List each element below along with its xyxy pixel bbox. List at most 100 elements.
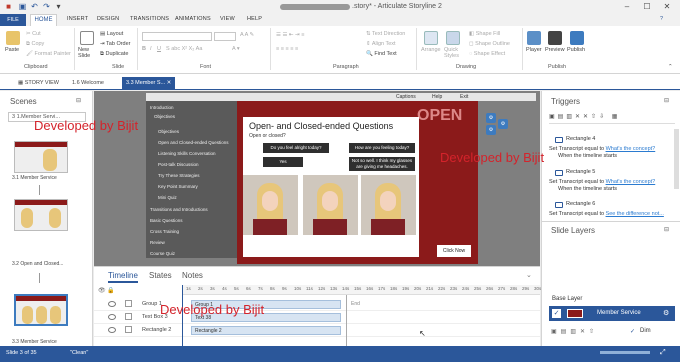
nav-item[interactable]: Mini Quiz	[158, 195, 177, 200]
tab-help[interactable]: HELP	[247, 16, 262, 22]
redo-icon[interactable]: ↷	[42, 2, 51, 11]
font-size-select[interactable]	[214, 32, 236, 41]
tab-insert[interactable]: INSERT	[67, 16, 88, 22]
quick-styles-icon[interactable]	[446, 31, 460, 45]
trigger-link[interactable]: What's the concept?	[606, 146, 656, 152]
trigger-name[interactable]: Rectangle 5	[566, 169, 595, 175]
tab-notes[interactable]: Notes	[182, 271, 203, 280]
check-icon[interactable]: ✓	[552, 309, 561, 318]
help-icon[interactable]: ?	[660, 16, 663, 22]
underline-button[interactable]: U	[157, 46, 161, 52]
triggers-scrollbar[interactable]	[674, 129, 679, 189]
nav-item[interactable]: Cross Training	[150, 229, 179, 234]
lock-checkbox[interactable]	[125, 300, 132, 307]
click-now-button[interactable]: Click Now	[437, 245, 471, 257]
collapse-ribbon-icon[interactable]: ⌃	[668, 64, 673, 70]
copy-button[interactable]: ⧉ Copy	[26, 41, 44, 48]
trigger-marker-icon[interactable]: ⚙	[486, 125, 496, 135]
nav-item[interactable]: Try These Strategies	[158, 173, 200, 178]
trigger-marker-icon[interactable]: ⚙	[486, 113, 496, 123]
preview-button[interactable]: Preview	[545, 47, 565, 53]
nav-item[interactable]: Review	[150, 240, 165, 245]
tab-design[interactable]: DESIGN	[97, 16, 119, 22]
pin-icon[interactable]: ⊟	[76, 97, 81, 104]
shape-fill-button[interactable]: ◧ Shape Fill	[469, 31, 500, 37]
doc-tab-welcome[interactable]: 1.6 Welcome	[68, 77, 108, 90]
tab-transitions[interactable]: TRANSITIONS	[130, 16, 169, 22]
trigger-link[interactable]: See the difference not...	[606, 211, 664, 217]
timeline-collapse-icon[interactable]: ⌄	[526, 271, 532, 279]
nav-item[interactable]: Course Quiz	[150, 251, 175, 256]
duplicate-button[interactable]: ⧉ Duplicate	[100, 51, 128, 58]
trigger-action[interactable]: Set Transcript equal to See the differen…	[549, 211, 664, 217]
font-grow-shrink-icons[interactable]: A A ✎	[240, 32, 254, 38]
maximize-icon[interactable]: ☐	[638, 1, 656, 12]
scene-thumb-3[interactable]	[14, 294, 68, 326]
timeline-bar[interactable]: Rectangle 2	[191, 326, 341, 335]
timeline-row[interactable]: Rectangle 2 Rectangle 2	[94, 324, 540, 337]
eye-icon[interactable]	[108, 327, 116, 333]
save-icon[interactable]: ▣	[18, 2, 27, 11]
tab-order-button[interactable]: ⇥ Tab Order	[100, 41, 131, 47]
bullets-button[interactable]: ☰ ☰ ⇤ ⇥ ≡	[276, 32, 304, 38]
lock-checkbox[interactable]	[125, 326, 132, 333]
format-painter-button[interactable]: 🖌 Format Painter	[26, 51, 71, 57]
trigger-action[interactable]: Set Transcript equal to What's the conce…	[549, 146, 655, 152]
fit-icon[interactable]: ⤢	[660, 349, 666, 357]
tab-states[interactable]: States	[149, 271, 172, 280]
pin-icon[interactable]: ⊟	[664, 97, 669, 104]
base-layer-row[interactable]: ✓ Member Service ⚙	[549, 306, 675, 321]
quick-styles-button[interactable]: Quick Styles	[444, 47, 466, 59]
nav-item[interactable]: Objectives	[158, 129, 179, 134]
layers-toolbar[interactable]: ▣▤▥✕⇧	[551, 328, 598, 335]
undo-icon[interactable]: ↶	[30, 2, 39, 11]
scene-thumb-2[interactable]	[14, 199, 68, 231]
triggers-toolbar[interactable]: ▣▤▥✕✕⇧⇩ ▦	[549, 113, 675, 124]
align-text-button[interactable]: ⇕ Align Text	[366, 41, 396, 47]
lock-checkbox[interactable]	[125, 313, 132, 320]
italic-button[interactable]: I	[150, 46, 152, 52]
nav-item[interactable]: Post-talk Discussion	[158, 162, 199, 167]
minimize-icon[interactable]: –	[618, 1, 636, 12]
nav-item[interactable]: Objectives	[154, 114, 175, 119]
font-family-select[interactable]	[142, 32, 212, 41]
align-buttons[interactable]: ≡ ≡ ≡ ≡ ≡	[276, 46, 298, 52]
exit-button[interactable]: Exit	[460, 94, 468, 100]
shape-effect-button[interactable]: ◌ Shape Effect	[469, 51, 505, 57]
arrange-icon[interactable]	[424, 31, 438, 45]
player-icon[interactable]	[527, 31, 541, 45]
paste-icon[interactable]	[6, 31, 20, 45]
trigger-name[interactable]: Rectangle 6	[566, 201, 595, 207]
strikethrough-button[interactable]: S abc X² X₂ Aa	[166, 46, 202, 52]
text-direction-button[interactable]: ⇅ Text Direction	[366, 31, 405, 37]
nav-item[interactable]: Transitions and Introductions	[150, 207, 208, 212]
paste-button[interactable]: Paste	[5, 47, 19, 53]
nav-item[interactable]: Basic Questions	[150, 218, 183, 223]
close-icon[interactable]: ✕	[658, 1, 676, 12]
nav-item[interactable]: Open and Closed-ended Questions	[158, 140, 229, 145]
pin-icon[interactable]: ⊟	[664, 226, 669, 233]
eye-icon[interactable]	[108, 301, 116, 307]
tab-file[interactable]: FILE	[0, 14, 26, 26]
zoom-slider[interactable]	[600, 351, 650, 354]
doc-tab-story-view[interactable]: ▦ STORY VIEW	[14, 77, 63, 90]
tab-timeline[interactable]: Timeline	[108, 271, 138, 283]
bold-button[interactable]: B	[142, 46, 146, 52]
scene-thumb-1[interactable]	[14, 141, 68, 173]
customize-toolbar-icon[interactable]: ▾	[54, 2, 63, 11]
preview-icon[interactable]	[548, 31, 562, 45]
tab-home[interactable]: HOME	[30, 14, 57, 26]
new-slide-button[interactable]: New Slide	[78, 47, 98, 59]
layout-button[interactable]: ▤ Layout	[100, 31, 123, 37]
publish-button[interactable]: Publish	[567, 47, 585, 53]
font-color-button[interactable]: A ▾	[232, 46, 240, 52]
nav-item[interactable]: Key Point Summary	[158, 184, 198, 189]
nav-item[interactable]: Listening Skills Conversation	[158, 151, 216, 156]
help-button[interactable]: Help	[432, 94, 442, 100]
new-slide-icon[interactable]	[80, 31, 94, 45]
trigger-name[interactable]: Rectangle 4	[566, 136, 595, 142]
eye-icon[interactable]	[108, 314, 116, 320]
dim-check-icon[interactable]: ✓	[630, 328, 635, 335]
cut-button[interactable]: ✂ Cut	[26, 31, 41, 37]
trigger-link[interactable]: What's the concept?	[606, 179, 656, 185]
